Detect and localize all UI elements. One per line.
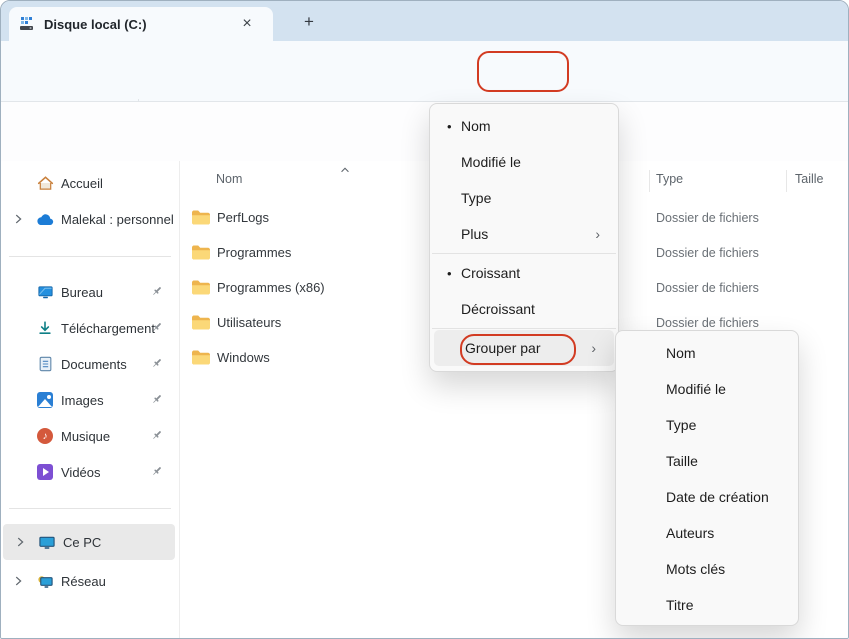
computer-icon xyxy=(38,533,56,551)
navigation-pane: Accueil Malekal : personnel Bureau xyxy=(1,161,179,639)
pin-icon xyxy=(150,464,166,480)
sidebar-item-documents[interactable]: Documents xyxy=(1,346,177,382)
submenu-arrow-icon: › xyxy=(591,340,614,356)
menu-item-grouper-par[interactable]: Grouper par › xyxy=(434,330,614,366)
sidebar-item-musique[interactable]: ♪ Musique xyxy=(1,418,177,454)
submenu-item-date-de-creation[interactable]: Date de création xyxy=(616,479,798,515)
sidebar-item-ce-pc[interactable]: Ce PC xyxy=(3,524,175,560)
pin-icon xyxy=(150,428,166,444)
sidebar-item-telechargement[interactable]: Téléchargement xyxy=(1,310,177,346)
pin-icon xyxy=(150,284,166,300)
folder-icon xyxy=(191,244,211,261)
pin-icon xyxy=(150,320,166,336)
folder-icon xyxy=(191,314,211,331)
selected-bullet: • xyxy=(430,266,461,281)
submenu-item-auteurs[interactable]: Auteurs xyxy=(616,515,798,551)
sidebar-item-accueil[interactable]: Accueil xyxy=(1,165,177,201)
submenu-item-mots-cles[interactable]: Mots clés xyxy=(616,551,798,587)
column-header-nom[interactable]: Nom xyxy=(216,172,242,186)
pin-icon xyxy=(150,392,166,408)
menu-item-nom[interactable]: • Nom xyxy=(430,108,618,144)
selected-bullet: • xyxy=(430,119,461,134)
sort-menu: • Nom Modifié le Type Plus › • Croissant… xyxy=(429,103,619,372)
submenu-arrow-icon: › xyxy=(595,226,618,242)
document-icon xyxy=(36,355,54,373)
sidebar-item-onedrive[interactable]: Malekal : personnel xyxy=(1,201,177,237)
chevron-right-icon[interactable] xyxy=(11,574,25,588)
desktop-icon xyxy=(36,283,54,301)
chevron-right-icon[interactable] xyxy=(13,535,27,549)
menu-item-modifie-le[interactable]: Modifié le xyxy=(430,144,618,180)
sort-ascending-icon xyxy=(339,164,351,176)
group-by-submenu: Nom Modifié le Type Taille Date de créat… xyxy=(615,330,799,626)
folder-icon xyxy=(191,349,211,366)
menu-divider xyxy=(432,328,616,329)
onedrive-cloud-icon xyxy=(36,210,54,228)
menu-item-croissant[interactable]: • Croissant xyxy=(430,255,618,291)
music-icon: ♪ xyxy=(37,428,53,444)
tab-bar: Disque local (C:) × + xyxy=(1,1,849,41)
download-icon xyxy=(36,319,54,337)
folder-icon xyxy=(191,209,211,226)
submenu-item-modifie-le[interactable]: Modifié le xyxy=(616,371,798,407)
sidebar-item-images[interactable]: Images xyxy=(1,382,177,418)
sidebar-item-videos[interactable]: Vidéos xyxy=(1,454,177,490)
pin-icon xyxy=(150,356,166,372)
toolbar: Nouveau ⌄ Trier ⌄ xyxy=(1,41,849,102)
file-explorer-window: Disque local (C:) × + Nouveau ⌄ xyxy=(0,0,849,639)
submenu-item-titre[interactable]: Titre xyxy=(616,587,798,623)
address-bar: ← → ⌄ ↑ › Ce PC › Disque local (C:) › xyxy=(1,102,849,161)
menu-item-decroissant[interactable]: Décroissant xyxy=(430,291,618,327)
tab-title: Disque local (C:) xyxy=(44,17,235,32)
sidebar-divider xyxy=(9,256,171,257)
submenu-item-taille[interactable]: Taille xyxy=(616,443,798,479)
folder-icon xyxy=(191,279,211,296)
image-icon xyxy=(37,392,53,408)
menu-item-type[interactable]: Type xyxy=(430,180,618,216)
menu-divider xyxy=(432,253,616,254)
sidebar-item-reseau[interactable]: Réseau xyxy=(1,563,177,599)
sidebar-divider xyxy=(9,508,171,509)
column-header-type[interactable]: Type xyxy=(656,172,683,186)
drive-icon xyxy=(19,16,35,32)
sidebar-item-bureau[interactable]: Bureau xyxy=(1,274,177,310)
submenu-item-type[interactable]: Type xyxy=(616,407,798,443)
chevron-right-icon[interactable] xyxy=(11,212,25,226)
tab-disque-local[interactable]: Disque local (C:) × xyxy=(9,7,273,41)
video-icon xyxy=(37,464,53,480)
column-header-taille[interactable]: Taille xyxy=(795,172,824,186)
network-icon xyxy=(36,572,54,590)
menu-item-plus[interactable]: Plus › xyxy=(430,216,618,252)
submenu-item-nom[interactable]: Nom xyxy=(616,335,798,371)
column-divider[interactable] xyxy=(649,170,650,192)
home-icon xyxy=(36,174,54,192)
column-divider[interactable] xyxy=(786,170,787,192)
new-tab-button[interactable]: + xyxy=(297,10,321,34)
close-tab-icon[interactable]: × xyxy=(235,12,259,36)
